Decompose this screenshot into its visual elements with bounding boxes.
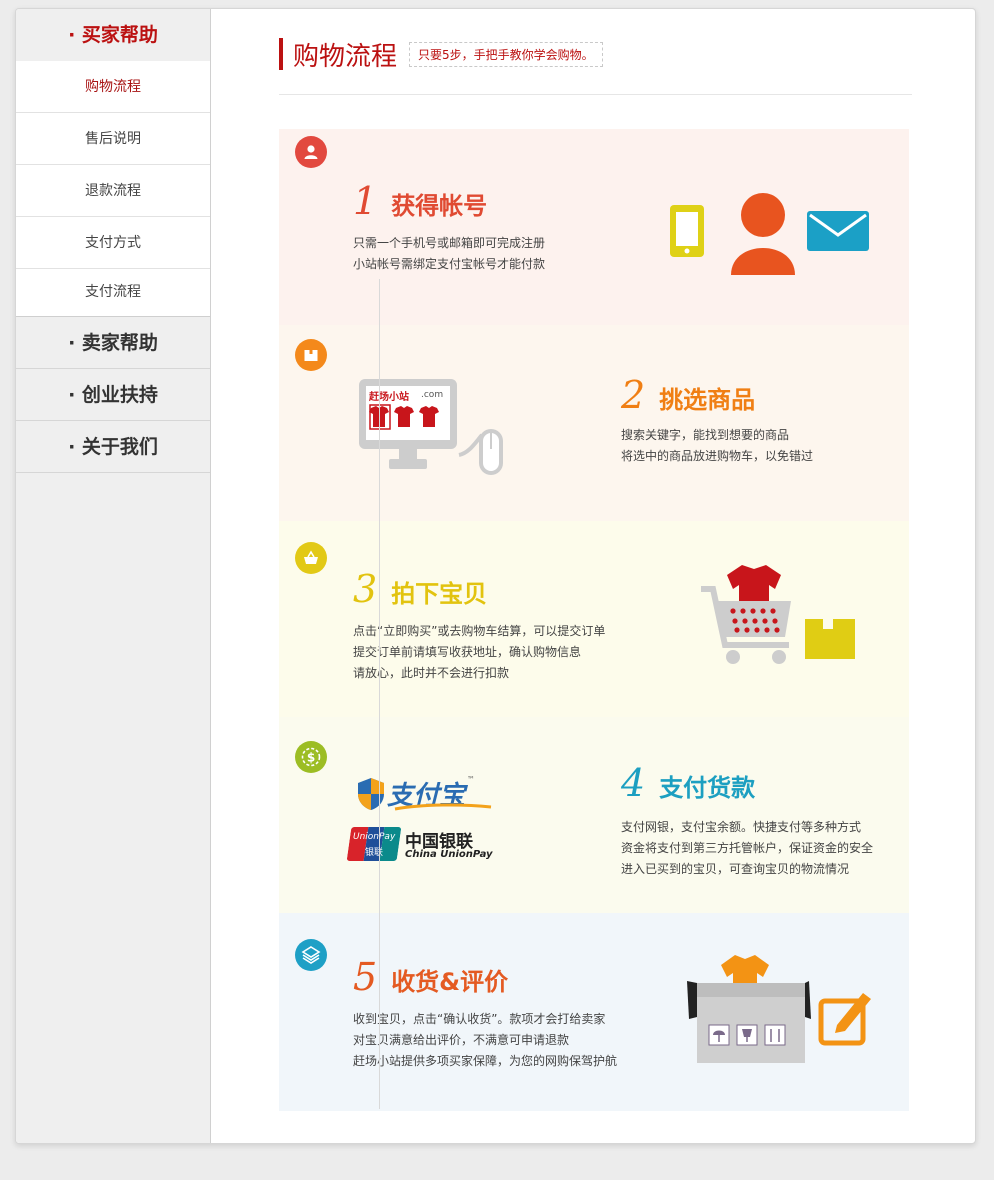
page-header: 购物流程 只要5步，手把手教你学会购物。: [279, 36, 603, 72]
sidebar-section-startup-support[interactable]: · 创业扶持: [16, 369, 210, 421]
svg-text:$: $: [307, 751, 315, 765]
title-accent-bar: [279, 38, 283, 70]
unionpay-name-en: China UnionPay: [405, 849, 493, 860]
step-1-title: 获得帐号: [391, 192, 488, 220]
step-4-title: 支付货款: [659, 774, 756, 802]
phone-icon: [670, 205, 704, 257]
step-3-line-1: 点击“立即购买”或去购物车结算，可以提交订单: [353, 624, 606, 638]
unionpay-logo: UnionPay 银联 中国银联 China UnionPay: [346, 827, 509, 867]
account-illustration: [670, 193, 869, 275]
step-4-description: 支付网银，支付宝余额。快捷支付等多种方式 资金将支付到第三方托管帐户，保证资金的…: [621, 817, 873, 880]
step-2-line-2: 将选中的商品放进购物车，以免错过: [621, 449, 814, 463]
step-4-heading: 4 支付货款: [621, 761, 755, 805]
step-3: 3 拍下宝贝 点击“立即购买”或去购物车结算，可以提交订单 提交订单前请填写收获…: [279, 521, 909, 717]
step-5-heading: 5 收货&评价: [353, 955, 508, 999]
step-2-title: 挑选商品: [659, 386, 756, 414]
step-5-title: 收货&评价: [391, 968, 509, 996]
step-4-line-3: 进入已买到的宝贝，可查询宝贝的物流情况: [621, 862, 850, 876]
sidebar-item-payment-methods[interactable]: 支付方式: [16, 217, 210, 269]
step-3-description: 点击“立即购买”或去购物车结算，可以提交订单 提交订单前请填写收获地址，确认购物…: [353, 621, 605, 684]
step-1: 1 获得帐号 只需一个手机号或邮箱即可完成注册 小站帐号需绑定支付宝帐号才能付款: [279, 129, 909, 325]
page-tagline: 只要5步，手把手教你学会购物。: [409, 41, 603, 67]
step-5-line-1: 收到宝贝，点击“确认收货”。款项才会打给卖家: [353, 1012, 606, 1026]
package-icon: [805, 619, 855, 659]
timeline-line: [379, 279, 380, 1109]
sidebar-section-about-us[interactable]: · 关于我们: [16, 421, 210, 473]
envelope-icon: [807, 211, 869, 251]
step-1-heading: 1 获得帐号: [353, 179, 487, 223]
monitor-logo-text: 赶场小站: [369, 392, 409, 403]
step-3-heading: 3 拍下宝贝: [353, 567, 487, 611]
box-icon: [295, 339, 327, 371]
step-1-number: 1: [353, 179, 378, 223]
layers-icon: [295, 939, 327, 971]
step-2-number: 2: [621, 373, 646, 417]
sidebar-section-buyer-help[interactable]: · 买家帮助: [16, 9, 210, 61]
step-4-line-2: 资金将支付到第三方托管帐户，保证资金的安全: [621, 841, 874, 855]
unionpay-card-text-en: UnionPay: [353, 832, 396, 842]
sidebar-item-after-sales[interactable]: 售后说明: [16, 113, 210, 165]
header-divider: [279, 94, 912, 95]
step-1-line-1: 只需一个手机号或邮箱即可完成注册: [353, 236, 546, 250]
cart-illustration: [701, 565, 855, 664]
step-5-number: 5: [353, 955, 378, 999]
step-2-line-1: 搜索关键字，能找到想要的商品: [621, 428, 790, 442]
step-3-title: 拍下宝贝: [391, 580, 488, 608]
main-content: 购物流程 只要5步，手把手教你学会购物。 1 获得帐号 只需一个手机号或邮箱即可…: [211, 9, 975, 1143]
sidebar-item-payment-flow[interactable]: 支付流程: [16, 269, 210, 317]
step-2-description: 搜索关键字，能找到想要的商品 将选中的商品放进购物车，以免错过: [621, 425, 813, 467]
step-5: 5 收货&评价 收到宝贝，点击“确认收货”。款项才会打给卖家 对宝贝满意给出评价…: [279, 913, 909, 1111]
basket-icon: [295, 542, 327, 574]
step-3-line-3: 请放心，此时并不会进行扣款: [353, 666, 510, 680]
person-icon: [731, 193, 795, 275]
step-4: $ 支付宝 ™ UnionPay 银联 中国银联 China UnionPay …: [279, 717, 909, 913]
dollar-icon: $: [295, 741, 327, 773]
step-5-line-3: 赶场小站提供多项买家保障，为您的网购保驾护航: [353, 1054, 618, 1068]
edit-icon: [818, 993, 871, 1046]
step-1-description: 只需一个手机号或邮箱即可完成注册 小站帐号需绑定支付宝帐号才能付款: [353, 233, 545, 275]
step-2: 赶场小站 .com 2 挑选商品 搜索关键字，能找到想要的商品 将选中的商品放进…: [279, 325, 909, 521]
sidebar: · 买家帮助 购物流程 售后说明 退款流程 支付方式 支付流程 · 卖家帮助 ·…: [16, 9, 211, 1143]
sidebar-item-refund-flow[interactable]: 退款流程: [16, 165, 210, 217]
page-frame: · 买家帮助 购物流程 售后说明 退款流程 支付方式 支付流程 · 卖家帮助 ·…: [15, 8, 976, 1144]
step-3-number: 3: [353, 567, 378, 611]
alipay-trademark: ™: [467, 775, 475, 784]
sidebar-item-shopping-flow[interactable]: 购物流程: [16, 61, 210, 113]
sidebar-section-seller-help[interactable]: · 卖家帮助: [16, 317, 210, 369]
user-icon: [295, 136, 327, 168]
unionpay-card-text-cn: 银联: [365, 848, 384, 858]
page-title: 购物流程: [293, 41, 398, 72]
alipay-shield-icon: [358, 778, 384, 810]
step-4-number: 4: [621, 761, 646, 805]
steps-list: 1 获得帐号 只需一个手机号或邮箱即可完成注册 小站帐号需绑定支付宝帐号才能付款: [279, 129, 909, 1111]
delivery-illustration: [687, 955, 871, 1063]
step-2-heading: 2 挑选商品: [621, 373, 755, 417]
alipay-swoosh: [394, 803, 492, 811]
step-5-line-2: 对宝贝满意给出评价，不满意可申请退款: [353, 1033, 570, 1047]
step-5-description: 收到宝贝，点击“确认收货”。款项才会打给卖家 对宝贝满意给出评价，不满意可申请退…: [353, 1009, 617, 1072]
box-icon: [687, 981, 811, 1063]
step-4-line-1: 支付网银，支付宝余额。快捷支付等多种方式: [621, 820, 862, 834]
monitor-domain-text: .com: [421, 390, 444, 400]
step-3-line-2: 提交订单前请填写收获地址，确认购物信息: [353, 645, 582, 659]
step-1-line-2: 小站帐号需绑定支付宝帐号才能付款: [353, 257, 546, 271]
